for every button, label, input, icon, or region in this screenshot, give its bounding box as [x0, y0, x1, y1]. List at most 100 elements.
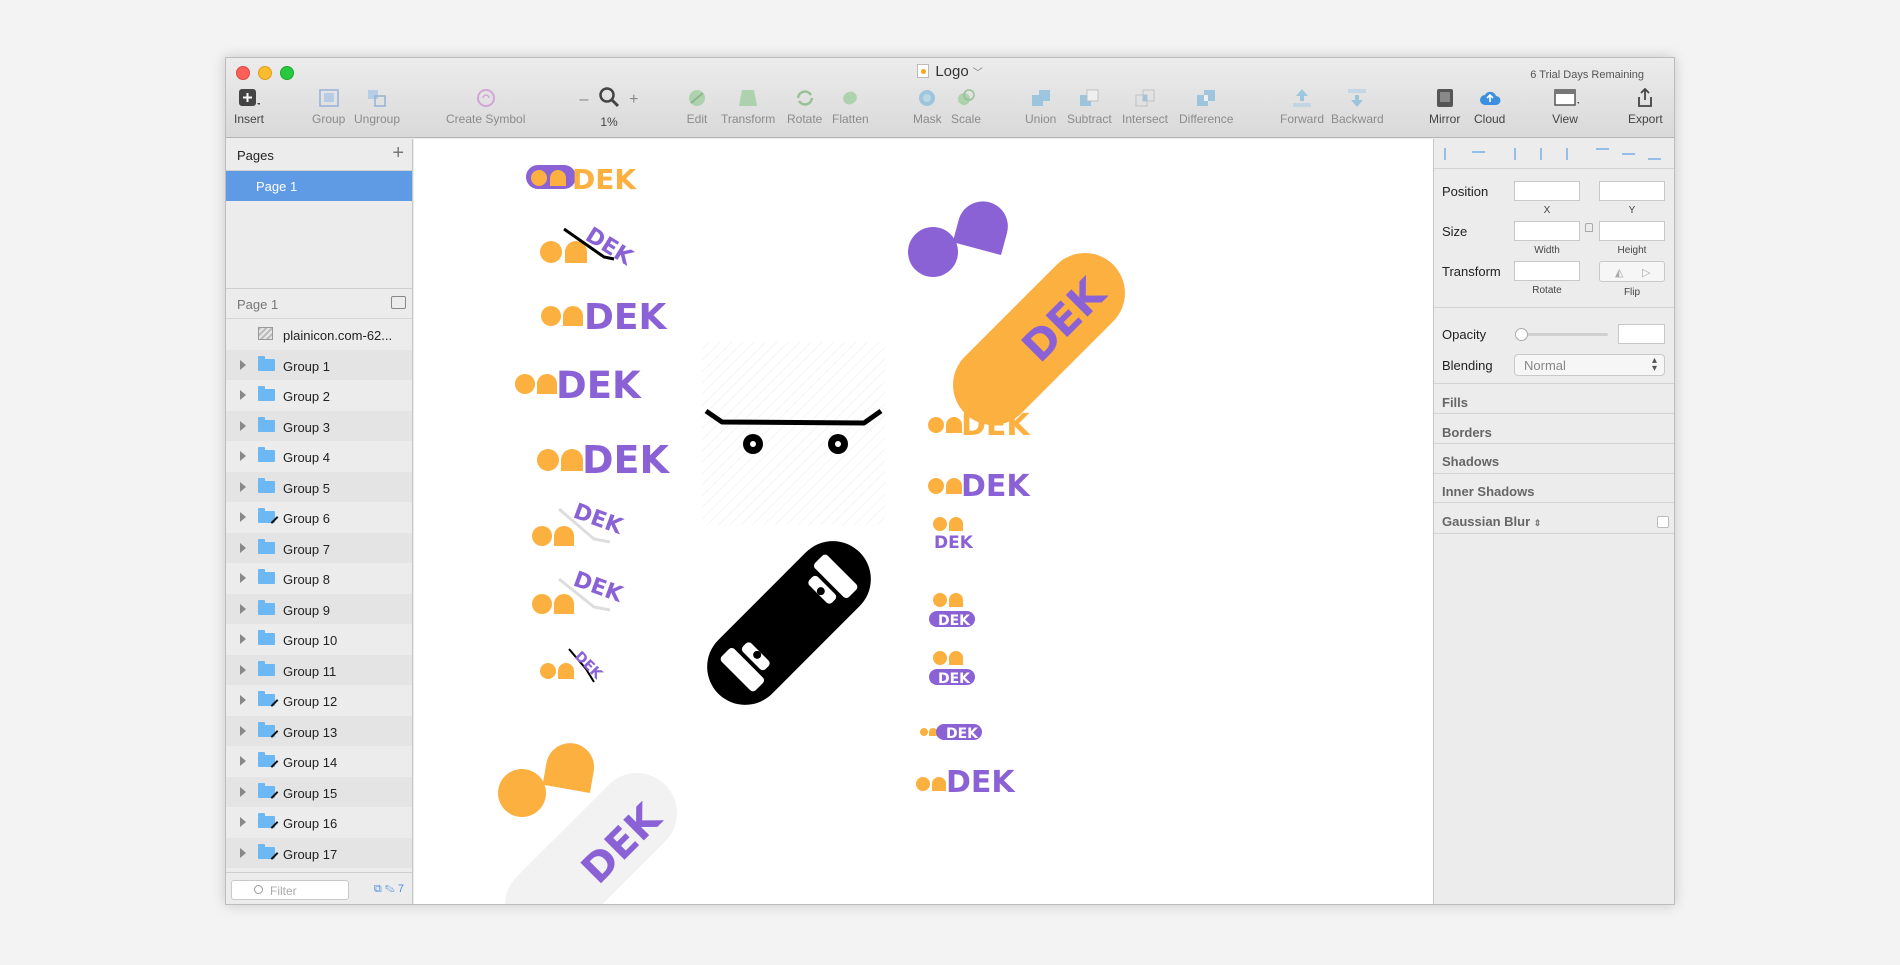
layer-row[interactable]: Group 7 — [226, 532, 412, 563]
width-field[interactable] — [1514, 221, 1580, 241]
layer-row[interactable]: Group 1 — [226, 349, 412, 380]
disclosure-triangle-icon[interactable] — [240, 542, 246, 553]
shadows-section[interactable]: Shadows — [1442, 454, 1499, 469]
disclosure-triangle-icon[interactable] — [240, 390, 246, 400]
logo-wordmark: DEK — [581, 223, 638, 271]
insert-button[interactable]: Insert — [234, 88, 264, 126]
layer-row[interactable]: Group 11 — [226, 654, 412, 685]
edit-icon — [689, 90, 705, 106]
edit-button[interactable]: Edit — [686, 88, 708, 126]
disclosure-triangle-icon[interactable] — [240, 786, 246, 797]
fills-section[interactable]: Fills — [1442, 395, 1468, 410]
opacity-slider-knob[interactable] — [1515, 328, 1528, 341]
disclosure-triangle-icon[interactable] — [240, 481, 246, 492]
document-title[interactable]: Logo ﹀ — [226, 63, 1674, 80]
layer-label: Group 1 — [283, 358, 330, 374]
disclosure-triangle-icon[interactable] — [240, 420, 246, 431]
layer-row[interactable]: Group 10 — [226, 624, 412, 655]
disclosure-triangle-icon[interactable] — [240, 695, 246, 705]
distribute-horizontal-icon[interactable] — [1444, 148, 1457, 160]
layer-row[interactable]: plainicon.com-62... — [226, 319, 412, 350]
opacity-field[interactable] — [1618, 324, 1665, 344]
divider — [1434, 473, 1674, 474]
layer-row[interactable]: Group 6 — [226, 502, 412, 533]
disclosure-triangle-icon[interactable] — [240, 817, 246, 827]
borders-section[interactable]: Borders — [1442, 425, 1492, 440]
page-item[interactable]: Page 1 — [226, 171, 412, 201]
layer-row[interactable]: Group 13 — [226, 715, 412, 746]
group-button[interactable]: Group — [312, 88, 345, 126]
rotate-field[interactable] — [1514, 261, 1580, 281]
layer-label: plainicon.com-62... — [283, 328, 393, 343]
difference-button[interactable]: Difference — [1179, 88, 1233, 126]
zoom-out-button[interactable]: – — [580, 91, 589, 108]
layer-filter-options[interactable]: ⧉ ✎ 7 — [374, 883, 404, 896]
subtract-icon — [1080, 89, 1099, 106]
layer-row[interactable]: Group 17 — [226, 837, 412, 868]
rotate-button[interactable]: Rotate — [787, 88, 822, 126]
export-button[interactable]: Export — [1628, 88, 1663, 126]
create-symbol-button[interactable]: Create Symbol — [446, 88, 525, 126]
disclosure-triangle-icon[interactable] — [240, 451, 246, 461]
ungroup-button[interactable]: Ungroup — [354, 88, 400, 126]
add-page-button[interactable]: + — [392, 143, 404, 163]
zoom-control[interactable]: – + 1% — [574, 86, 644, 129]
scale-button[interactable]: Scale — [951, 88, 981, 126]
y-field[interactable] — [1599, 181, 1665, 201]
transform-button[interactable]: Transform — [721, 88, 775, 126]
disclosure-triangle-icon[interactable] — [240, 634, 246, 644]
disclosure-triangle-icon[interactable] — [240, 359, 246, 370]
layer-row[interactable]: Group 16 — [226, 807, 412, 838]
align-middle-icon[interactable] — [1622, 153, 1635, 165]
align-bottom-icon[interactable] — [1648, 148, 1661, 160]
disclosure-triangle-icon[interactable] — [240, 512, 246, 522]
align-left-icon[interactable] — [1514, 148, 1527, 160]
layer-row[interactable]: Group 14 — [226, 746, 412, 777]
align-top-icon[interactable] — [1596, 148, 1609, 160]
logo-variant-2: DEK — [540, 223, 638, 271]
align-right-icon[interactable] — [1566, 148, 1579, 160]
layer-row[interactable]: Group 4 — [226, 441, 412, 472]
gaussian-blur-section[interactable]: Gaussian Blur ⇕ — [1442, 514, 1541, 529]
layer-row[interactable]: Group 3 — [226, 410, 412, 441]
subtract-button[interactable]: Subtract — [1067, 88, 1112, 126]
flip-buttons[interactable]: ◭ ▷ — [1599, 261, 1665, 282]
intersect-button[interactable]: Intersect — [1122, 88, 1168, 126]
disclosure-triangle-icon[interactable] — [240, 664, 246, 675]
gaussian-blur-checkbox[interactable] — [1657, 516, 1669, 528]
forward-button[interactable]: Forward — [1280, 88, 1324, 126]
mirror-button[interactable]: Mirror — [1429, 88, 1460, 126]
lock-icon[interactable] — [1585, 223, 1593, 232]
cloud-button[interactable]: Cloud — [1474, 88, 1505, 126]
disclosure-triangle-icon[interactable] — [240, 847, 246, 858]
opacity-slider[interactable] — [1520, 333, 1608, 336]
collapse-layers-icon[interactable] — [391, 296, 406, 309]
layer-row[interactable]: Group 8 — [226, 563, 412, 594]
flip-vertical-icon[interactable]: ▷ — [1642, 266, 1650, 279]
layer-label: Group 12 — [283, 694, 338, 709]
disclosure-triangle-icon[interactable] — [240, 756, 246, 766]
disclosure-triangle-icon[interactable] — [240, 725, 246, 736]
disclosure-triangle-icon[interactable] — [240, 573, 246, 583]
zoom-in-button[interactable]: + — [629, 91, 638, 108]
layer-row[interactable]: Group 5 — [226, 471, 412, 502]
x-field[interactable] — [1514, 181, 1580, 201]
disclosure-triangle-icon[interactable] — [240, 603, 246, 614]
mask-button[interactable]: Mask — [913, 88, 942, 126]
blending-select[interactable]: Normal ▴ ▾ — [1514, 354, 1665, 376]
backward-button[interactable]: Backward — [1331, 88, 1384, 126]
height-field[interactable] — [1599, 221, 1665, 241]
filter-input[interactable]: Filter — [231, 880, 349, 900]
canvas[interactable]: DEK DEK DEK DEK DEK DEK DEK DEK DEK DEK … — [414, 139, 1433, 904]
inner-shadows-section[interactable]: Inner Shadows — [1442, 484, 1534, 499]
distribute-vertical-icon[interactable] — [1472, 151, 1485, 157]
union-button[interactable]: Union — [1025, 88, 1056, 126]
view-button[interactable]: View — [1551, 88, 1579, 126]
layer-row[interactable]: Group 12 — [226, 685, 412, 716]
flip-horizontal-icon[interactable]: ◭ — [1615, 266, 1623, 279]
layer-row[interactable]: Group 2 — [226, 380, 412, 411]
align-center-icon[interactable] — [1540, 148, 1553, 160]
layer-row[interactable]: Group 15 — [226, 776, 412, 807]
flatten-button[interactable]: Flatten — [832, 88, 869, 126]
layer-row[interactable]: Group 9 — [226, 593, 412, 624]
